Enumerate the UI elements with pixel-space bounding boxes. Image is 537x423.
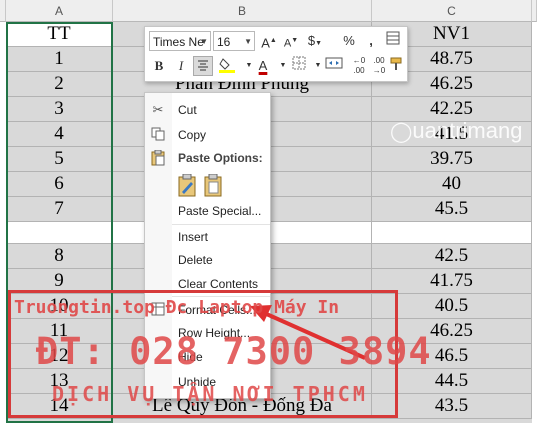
promo-stamp-line2: ĐT: 028 7300 3894 <box>36 330 432 373</box>
promo-stamp-line1: Truongtin.top Đc Laptop Máy In <box>14 297 340 318</box>
promo-stamp-line3: DỊCH VỤ TẬN NƠI TPHCM <box>52 382 368 406</box>
